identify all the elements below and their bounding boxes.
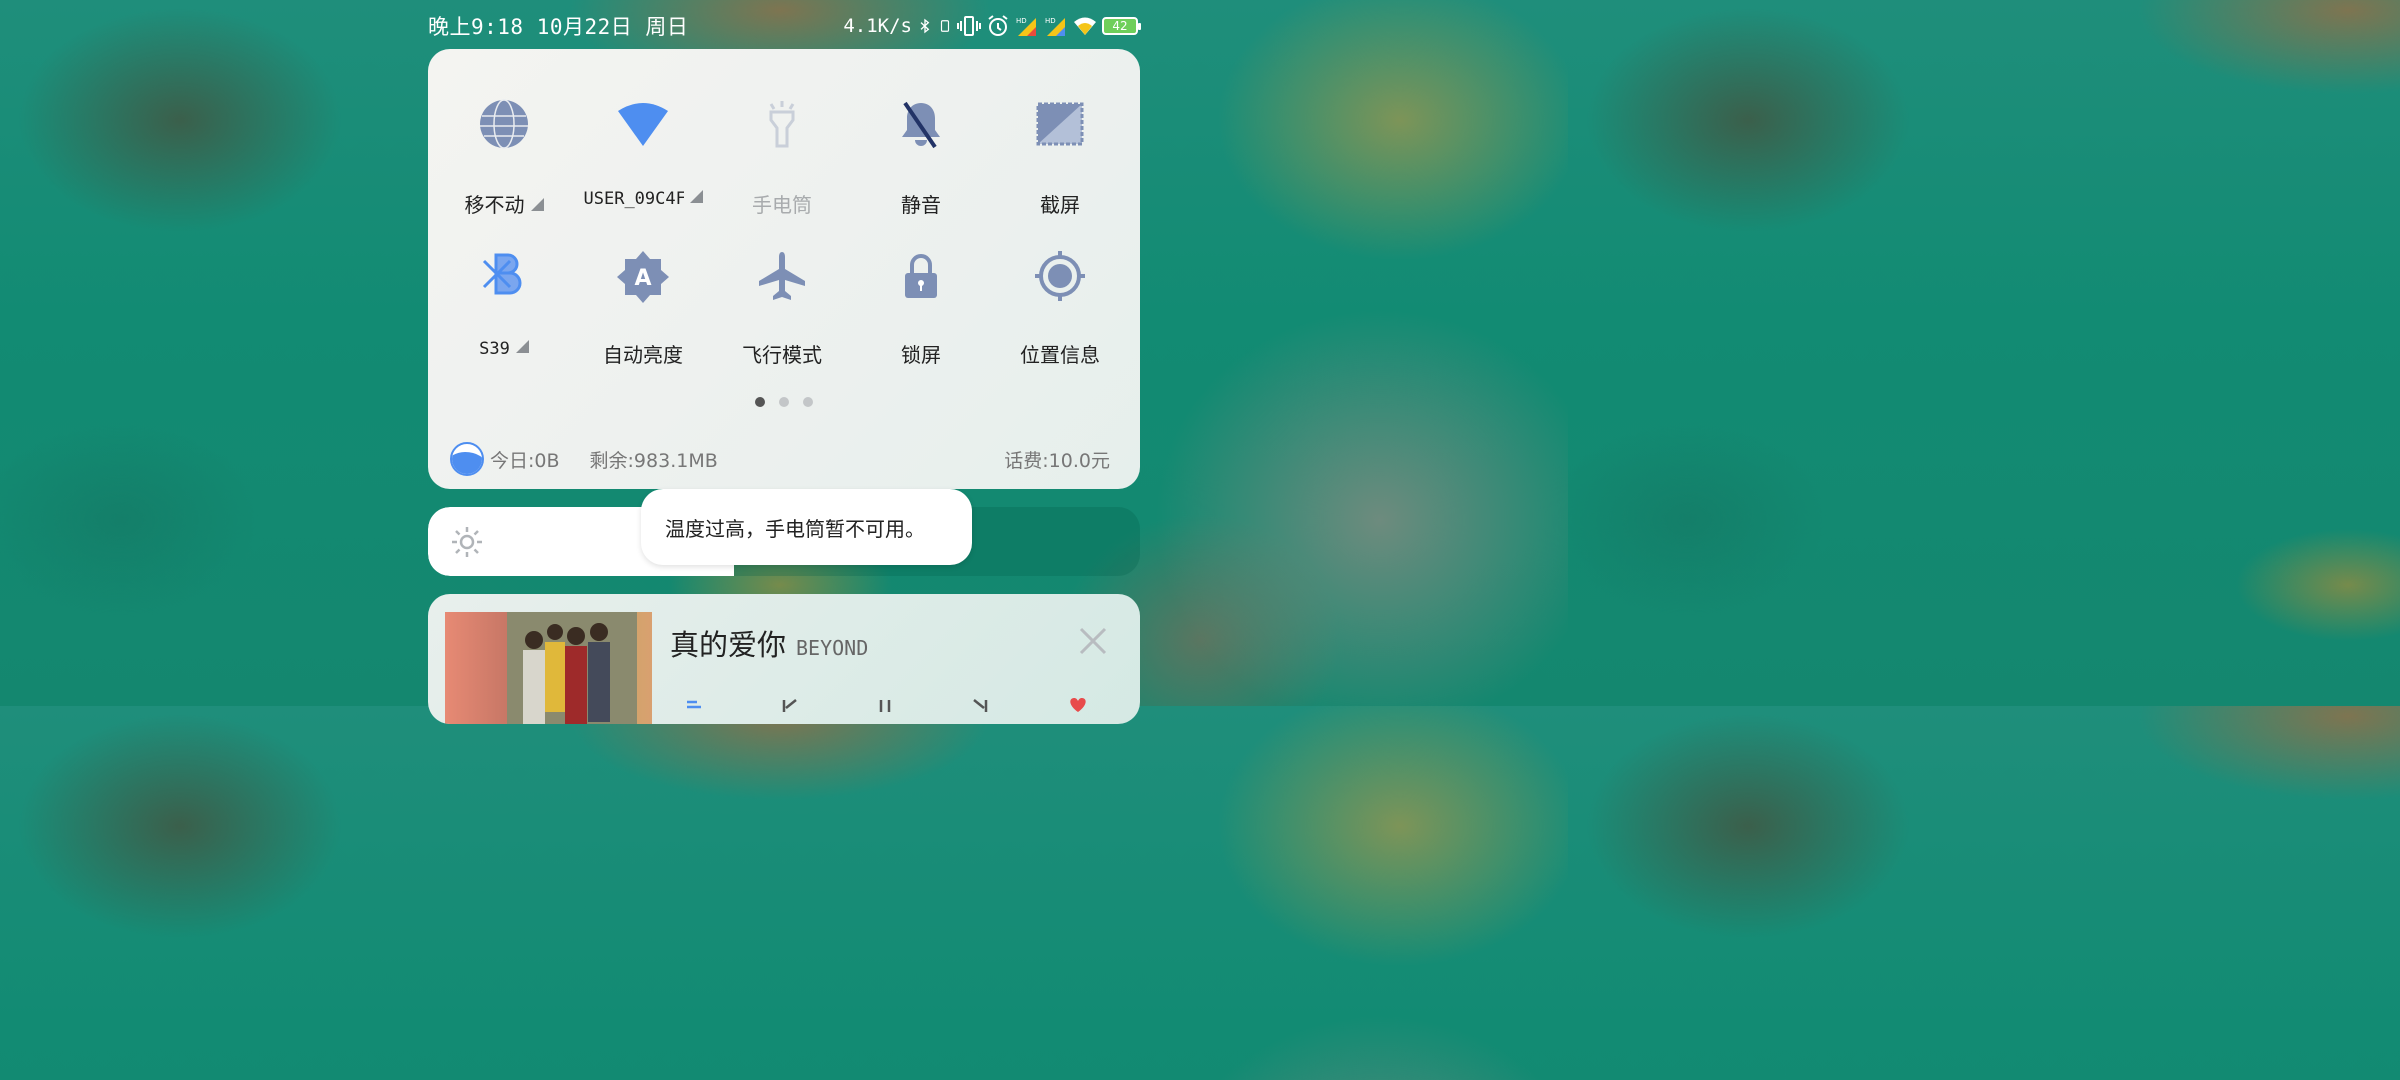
media-player-card[interactable]: 真的爱你 BEYOND: [428, 594, 1140, 724]
airplane-icon: [759, 252, 805, 300]
wifi-icon: [1074, 17, 1096, 35]
brightness-sun-icon: [452, 527, 482, 557]
status-icons: 4.1K/s HD HD 42: [843, 14, 1141, 38]
vibrate-icon: [957, 16, 981, 36]
tile-label: 位置信息: [1020, 343, 1100, 367]
tile-label: S39: [479, 339, 510, 359]
bluetooth-icon: [920, 18, 930, 34]
expand-menu-icon[interactable]: [530, 198, 544, 211]
wifi-icon: [618, 103, 668, 146]
status-bar: 晚上9:18 10月22日 周日 4.1K/s HD HD 42: [428, 8, 1141, 44]
expand-menu-icon[interactable]: [689, 190, 703, 203]
tile-screenshot[interactable]: 截屏: [990, 99, 1130, 218]
tile-bluetooth[interactable]: S39: [434, 249, 574, 359]
close-icon[interactable]: [1078, 626, 1108, 656]
lyrics-icon[interactable]: [683, 698, 707, 712]
album-art-figures: [507, 612, 637, 724]
alarm-icon: [988, 15, 1008, 36]
bell-off-icon: [902, 101, 940, 149]
tile-label: 截屏: [1040, 193, 1080, 217]
phone-balance: 话费:10.0元: [1004, 449, 1110, 472]
screenshot-icon: [1036, 102, 1084, 146]
tile-label: 手电筒: [752, 193, 812, 217]
expand-menu-icon[interactable]: [515, 340, 529, 353]
data-remaining: 剩余:983.1MB: [589, 449, 718, 472]
status-datetime: 晚上9:18 10月22日 周日: [428, 15, 689, 39]
tile-mute[interactable]: 静音: [851, 99, 991, 218]
album-art: [445, 612, 652, 724]
lock-icon: [905, 254, 937, 298]
song-artist: BEYOND: [796, 636, 869, 660]
tile-location[interactable]: 位置信息: [990, 249, 1130, 368]
quick-settings-panel: 移不动 USER_09C4F 手电筒 静音 截屏 S39 A 自动亮度 飞行模式…: [428, 49, 1140, 489]
location-icon: [1035, 251, 1085, 301]
battery-icon: 42: [1102, 17, 1141, 35]
svg-text:HD: HD: [1016, 17, 1027, 25]
tile-label: 静音: [901, 193, 941, 217]
pause-icon[interactable]: [873, 698, 897, 712]
page-dot-1[interactable]: [755, 397, 765, 407]
auto-brightness-icon: A: [617, 251, 669, 303]
tile-lock-screen[interactable]: 锁屏: [851, 249, 991, 368]
tile-mobile-data[interactable]: 移不动: [434, 99, 574, 218]
globe-icon: [480, 99, 528, 149]
favorite-heart-icon[interactable]: [1066, 698, 1090, 712]
svg-text:HD: HD: [1045, 17, 1056, 25]
media-controls: [678, 698, 1118, 718]
tile-airplane-mode[interactable]: 飞行模式: [712, 249, 852, 368]
data-usage-icon: [450, 442, 484, 476]
tile-label: USER_09C4F: [583, 189, 684, 209]
hd-signal-icon: HD: [1016, 17, 1036, 36]
bluetooth-icon: [482, 253, 522, 295]
tile-label: 锁屏: [901, 343, 941, 367]
battery-saver-icon: [940, 20, 950, 32]
page-indicator: [428, 392, 1140, 411]
previous-icon[interactable]: [778, 698, 802, 712]
flashlight-icon: [769, 101, 795, 148]
page-dot-3[interactable]: [803, 397, 813, 407]
tile-auto-brightness[interactable]: A 自动亮度: [573, 249, 713, 368]
hd-signal-icon: HD: [1045, 17, 1065, 36]
svg-text:A: A: [634, 266, 651, 291]
network-speed: 4.1K/s: [843, 15, 912, 37]
data-today: 今日:0B: [490, 449, 560, 472]
tile-wifi[interactable]: USER_09C4F: [573, 99, 713, 209]
tile-label: 飞行模式: [742, 343, 822, 367]
tile-label: 移不动: [464, 193, 525, 217]
data-usage-row[interactable]: 今日:0B 剩余:983.1MB 话费:10.0元: [450, 441, 1110, 477]
tile-label: 自动亮度: [603, 343, 683, 367]
tile-flashlight[interactable]: 手电筒: [712, 99, 852, 218]
page-dot-2[interactable]: [779, 397, 789, 407]
song-title: 真的爱你: [670, 628, 787, 662]
next-icon[interactable]: [968, 698, 992, 712]
toast-message: 温度过高，手电筒暂不可用。: [641, 489, 972, 565]
